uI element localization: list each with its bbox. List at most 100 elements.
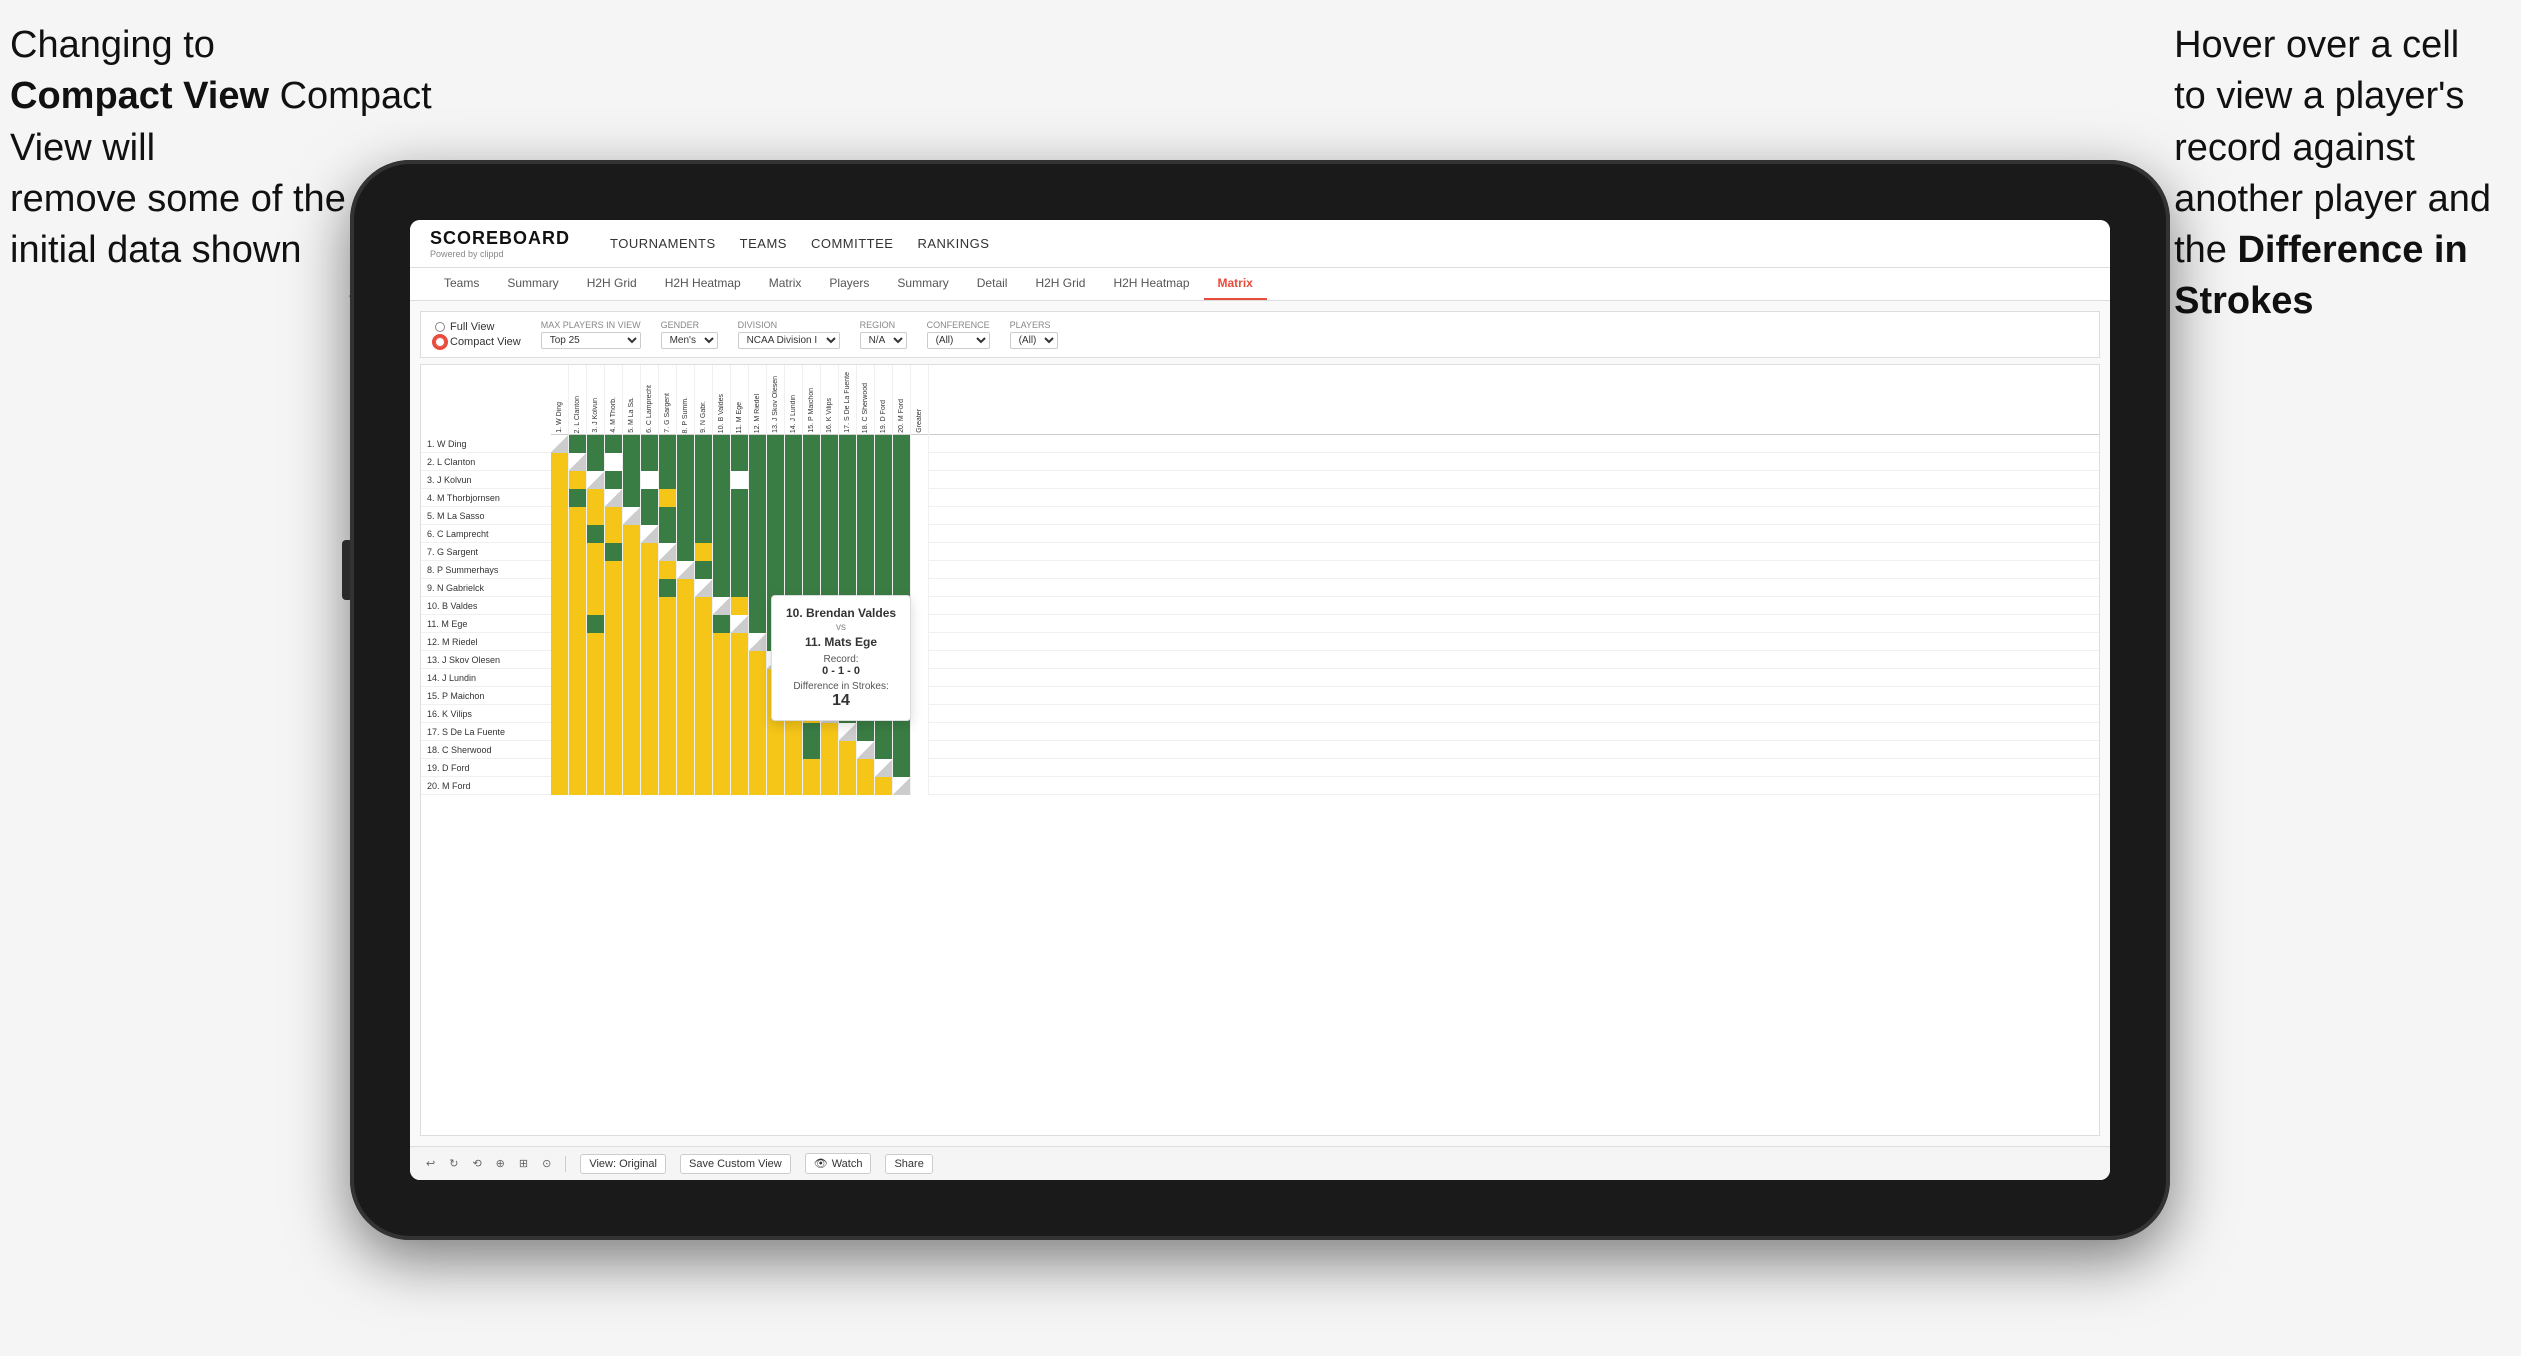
grid-cell-4-20[interactable] <box>911 507 929 525</box>
grid-cell-3-11[interactable] <box>749 489 767 507</box>
grid-cell-18-0[interactable] <box>551 759 569 777</box>
tab-summary-2[interactable]: Summary <box>883 268 962 300</box>
grid-cell-15-6[interactable] <box>659 705 677 723</box>
grid-cell-2-11[interactable] <box>749 471 767 489</box>
grid-cell-10-2[interactable] <box>587 615 605 633</box>
grid-cell-6-20[interactable] <box>911 543 929 561</box>
grid-cell-5-1[interactable] <box>569 525 587 543</box>
grid-cell-7-7[interactable] <box>677 561 695 579</box>
grid-cell-0-5[interactable] <box>641 435 659 453</box>
grid-cell-18-7[interactable] <box>677 759 695 777</box>
grid-cell-3-13[interactable] <box>785 489 803 507</box>
grid-cell-17-8[interactable] <box>695 741 713 759</box>
grid-cell-16-7[interactable] <box>677 723 695 741</box>
grid-cell-11-7[interactable] <box>677 633 695 651</box>
grid-cell-16-15[interactable] <box>821 723 839 741</box>
grid-cell-19-3[interactable] <box>605 777 623 795</box>
grid-cell-17-0[interactable] <box>551 741 569 759</box>
grid-cell-18-11[interactable] <box>749 759 767 777</box>
grid-cell-19-5[interactable] <box>641 777 659 795</box>
grid-cell-1-18[interactable] <box>875 453 893 471</box>
grid-cell-18-14[interactable] <box>803 759 821 777</box>
grid-cell-8-11[interactable] <box>749 579 767 597</box>
grid-cell-1-2[interactable] <box>587 453 605 471</box>
grid-cell-2-8[interactable] <box>695 471 713 489</box>
grid-cell-13-5[interactable] <box>641 669 659 687</box>
grid-cell-4-1[interactable] <box>569 507 587 525</box>
grid-cell-9-7[interactable] <box>677 597 695 615</box>
grid-cell-19-9[interactable] <box>713 777 731 795</box>
grid-cell-18-4[interactable] <box>623 759 641 777</box>
grid-cell-17-14[interactable] <box>803 741 821 759</box>
grid-cell-0-2[interactable] <box>587 435 605 453</box>
grid-cell-18-12[interactable] <box>767 759 785 777</box>
grid-cell-4-7[interactable] <box>677 507 695 525</box>
grid-cell-13-4[interactable] <box>623 669 641 687</box>
grid-cell-6-6[interactable] <box>659 543 677 561</box>
grid-cell-0-7[interactable] <box>677 435 695 453</box>
grid-cell-2-7[interactable] <box>677 471 695 489</box>
grid-cell-0-14[interactable] <box>803 435 821 453</box>
grid-cell-7-1[interactable] <box>569 561 587 579</box>
grid-cell-14-8[interactable] <box>695 687 713 705</box>
grid-cell-1-9[interactable] <box>713 453 731 471</box>
grid-cell-10-7[interactable] <box>677 615 695 633</box>
grid-cell-18-3[interactable] <box>605 759 623 777</box>
nav-rankings[interactable]: RANKINGS <box>917 232 989 255</box>
tab-summary[interactable]: Summary <box>493 268 572 300</box>
grid-cell-12-3[interactable] <box>605 651 623 669</box>
grid-cell-3-20[interactable] <box>911 489 929 507</box>
grid-cell-14-20[interactable] <box>911 687 929 705</box>
grid-cell-6-3[interactable] <box>605 543 623 561</box>
grid-cell-17-13[interactable] <box>785 741 803 759</box>
grid-cell-17-17[interactable] <box>857 741 875 759</box>
conference-select[interactable]: (All) <box>927 332 990 349</box>
grid-cell-16-0[interactable] <box>551 723 569 741</box>
grid-cell-4-19[interactable] <box>893 507 911 525</box>
grid-cell-17-20[interactable] <box>911 741 929 759</box>
tab-h2h-heatmap-2[interactable]: H2H Heatmap <box>1099 268 1203 300</box>
grid-cell-9-8[interactable] <box>695 597 713 615</box>
grid-cell-19-18[interactable] <box>875 777 893 795</box>
grid-cell-10-3[interactable] <box>605 615 623 633</box>
grid-cell-18-20[interactable] <box>911 759 929 777</box>
grid-cell-6-11[interactable] <box>749 543 767 561</box>
tab-matrix-active[interactable]: Matrix <box>1204 268 1267 300</box>
grid-cell-15-11[interactable] <box>749 705 767 723</box>
grid-cell-11-8[interactable] <box>695 633 713 651</box>
grid-cell-13-2[interactable] <box>587 669 605 687</box>
grid-cell-18-19[interactable] <box>893 759 911 777</box>
grid-cell-6-7[interactable] <box>677 543 695 561</box>
grid-cell-1-11[interactable] <box>749 453 767 471</box>
grid-cell-17-11[interactable] <box>749 741 767 759</box>
grid-cell-19-19[interactable] <box>893 777 911 795</box>
grid-cell-17-3[interactable] <box>605 741 623 759</box>
grid-cell-15-5[interactable] <box>641 705 659 723</box>
grid-cell-19-6[interactable] <box>659 777 677 795</box>
grid-cell-7-5[interactable] <box>641 561 659 579</box>
grid-cell-18-13[interactable] <box>785 759 803 777</box>
grid-cell-5-17[interactable] <box>857 525 875 543</box>
grid-cell-17-12[interactable] <box>767 741 785 759</box>
grid-cell-2-0[interactable] <box>551 471 569 489</box>
grid-cell-5-11[interactable] <box>749 525 767 543</box>
grid-cell-3-18[interactable] <box>875 489 893 507</box>
grid-cell-7-18[interactable] <box>875 561 893 579</box>
grid-cell-8-0[interactable] <box>551 579 569 597</box>
grid-cell-11-4[interactable] <box>623 633 641 651</box>
grid-cell-14-9[interactable] <box>713 687 731 705</box>
grid-cell-5-9[interactable] <box>713 525 731 543</box>
move-icon[interactable]: ⊞ <box>519 1157 528 1170</box>
grid-cell-8-20[interactable] <box>911 579 929 597</box>
grid-cell-10-8[interactable] <box>695 615 713 633</box>
grid-cell-3-3[interactable] <box>605 489 623 507</box>
grid-cell-2-19[interactable] <box>893 471 911 489</box>
grid-cell-19-15[interactable] <box>821 777 839 795</box>
grid-cell-13-3[interactable] <box>605 669 623 687</box>
grid-cell-0-17[interactable] <box>857 435 875 453</box>
grid-cell-4-10[interactable] <box>731 507 749 525</box>
grid-cell-13-1[interactable] <box>569 669 587 687</box>
grid-cell-9-1[interactable] <box>569 597 587 615</box>
grid-cell-19-7[interactable] <box>677 777 695 795</box>
grid-cell-1-3[interactable] <box>605 453 623 471</box>
